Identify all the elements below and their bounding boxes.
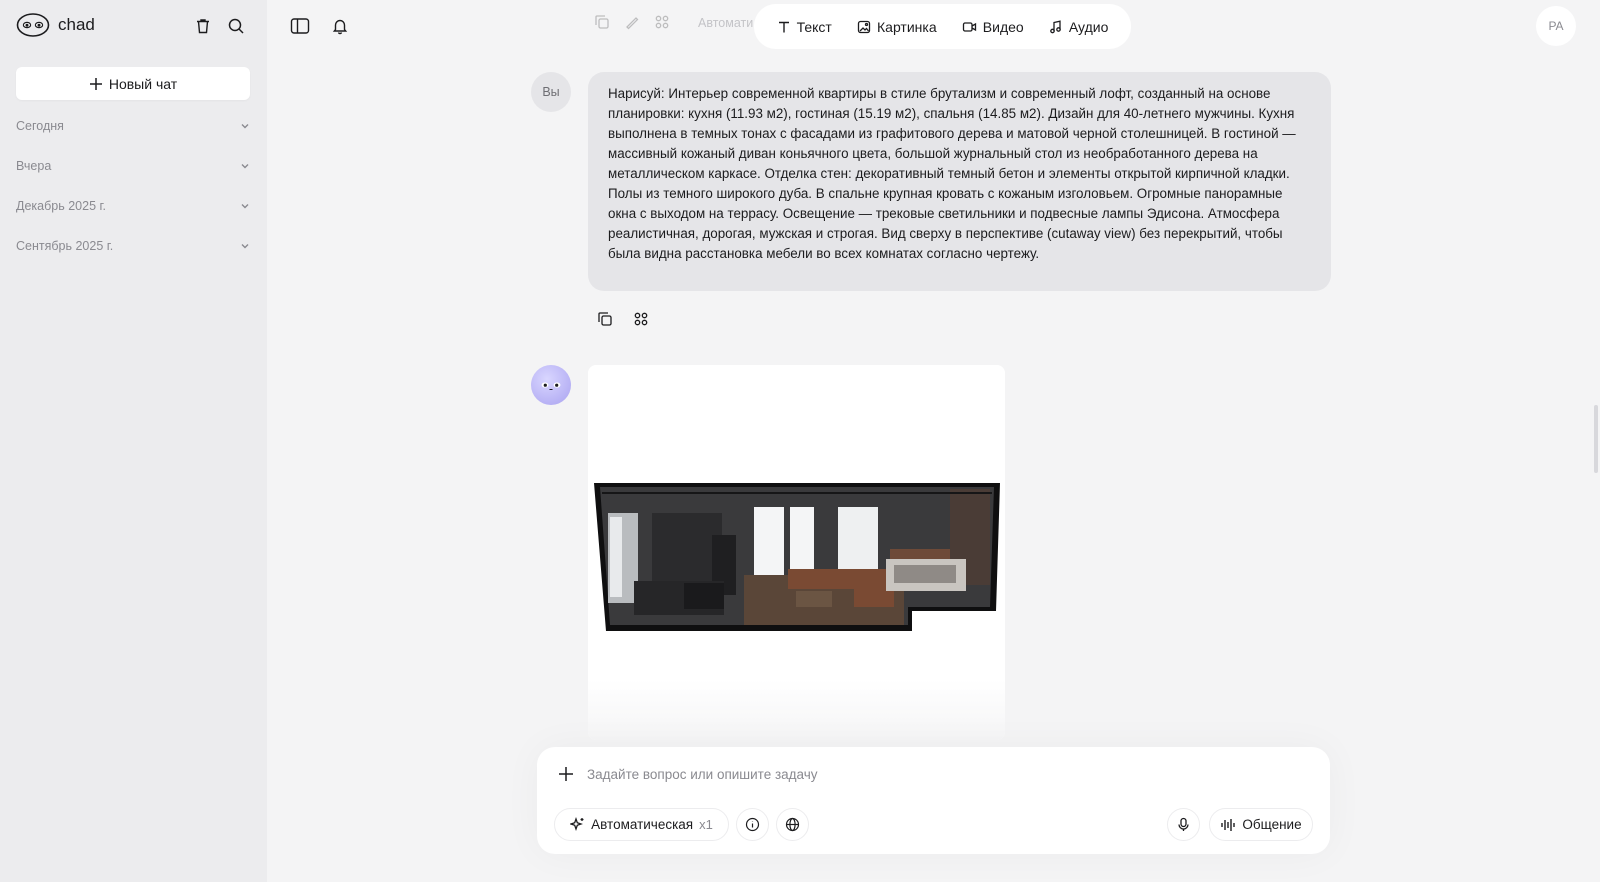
chevron-down-icon [241, 204, 249, 209]
mode-tab-video[interactable]: Видео [956, 13, 1030, 41]
message-actions [594, 308, 652, 330]
copy-message-button[interactable] [594, 308, 616, 330]
composer: Автоматическая x1 Общение [537, 747, 1330, 854]
chevron-down-icon [241, 124, 249, 129]
info-button[interactable] [736, 808, 769, 841]
mode-switcher: Текст Картинка Видео Аудио [754, 4, 1131, 49]
chad-logo-icon [16, 13, 50, 37]
waveform-icon [1221, 818, 1236, 831]
new-chat-label: Новый чат [108, 75, 178, 92]
grid-icon [634, 312, 648, 326]
scrollbar-thumb[interactable] [1594, 405, 1598, 473]
history-group-label: Вчера [16, 159, 52, 173]
video-icon [962, 21, 976, 32]
model-multiplier: x1 [699, 817, 713, 832]
bell-icon [332, 19, 348, 35]
message-input[interactable] [587, 760, 1287, 788]
image-icon [857, 20, 871, 33]
mode-tab-audio[interactable]: Аудио [1043, 13, 1115, 41]
history-group-label: Декабрь 2025 г. [16, 199, 106, 213]
chevron-down-icon [241, 244, 249, 249]
text-icon [778, 21, 789, 32]
mode-tab-label: Текст [796, 18, 832, 35]
user-avatar-button[interactable]: PA [1536, 6, 1576, 46]
faded-toolbar [594, 14, 670, 30]
sidebar: chad Новый чат Сегодня Вчера Декабрь 202… [0, 0, 267, 882]
generated-image-card[interactable] [588, 365, 1005, 740]
history-group-today[interactable]: Сегодня [16, 114, 250, 138]
history-group-december[interactable]: Декабрь 2025 г. [16, 194, 250, 218]
mode-tab-image[interactable]: Картинка [851, 13, 943, 41]
history-group-yesterday[interactable]: Вчера [16, 154, 250, 178]
search-button[interactable] [224, 14, 248, 38]
trash-icon [197, 19, 209, 34]
sidebar-panel-icon [290, 18, 310, 34]
history-group-september[interactable]: Сентябрь 2025 г. [16, 234, 250, 258]
assistant-face-icon [541, 382, 561, 390]
model-label: Автоматическая [591, 817, 694, 832]
model-selector[interactable]: Автоматическая x1 [554, 808, 729, 841]
plus-icon [559, 767, 573, 781]
microphone-icon [1178, 817, 1189, 831]
mode-tab-label: Видео [982, 18, 1024, 35]
faded-model-label: Автомати [698, 16, 754, 30]
brand[interactable]: chad [16, 12, 95, 38]
grid-icon [655, 15, 669, 29]
generated-apartment-image [594, 483, 1000, 631]
mode-tab-text[interactable]: Текст [771, 13, 838, 41]
voice-chat-label: Общение [1242, 817, 1302, 832]
plus-icon [89, 77, 102, 90]
notifications-button[interactable] [328, 14, 352, 38]
sparkles-icon [570, 817, 584, 831]
attach-button[interactable] [555, 763, 577, 785]
user-message-bubble: Нарисуй: Интерьер современной квартиры в… [588, 72, 1331, 291]
brand-name: chad [58, 15, 95, 34]
search-icon [228, 18, 244, 34]
copy-icon [595, 15, 609, 29]
mode-tab-label: Картинка [877, 18, 937, 35]
voice-chat-button[interactable]: Общение [1209, 808, 1313, 841]
globe-icon [785, 817, 800, 832]
toggle-sidebar-button[interactable] [288, 14, 312, 38]
history-group-label: Сегодня [16, 119, 64, 133]
history-group-label: Сентябрь 2025 г. [16, 239, 114, 253]
music-note-icon [1050, 19, 1061, 33]
user-message-avatar: Вы [531, 72, 571, 112]
web-search-button[interactable] [776, 808, 809, 841]
copy-icon [598, 312, 612, 326]
assistant-avatar [531, 365, 571, 405]
brush-icon [626, 17, 639, 30]
mode-tab-label: Аудио [1068, 18, 1109, 35]
chevron-down-icon [241, 164, 249, 169]
new-chat-button[interactable]: Новый чат [16, 67, 250, 100]
more-options-button[interactable] [630, 308, 652, 330]
info-icon [745, 817, 760, 832]
trash-button[interactable] [191, 14, 215, 38]
microphone-button[interactable] [1167, 808, 1200, 841]
